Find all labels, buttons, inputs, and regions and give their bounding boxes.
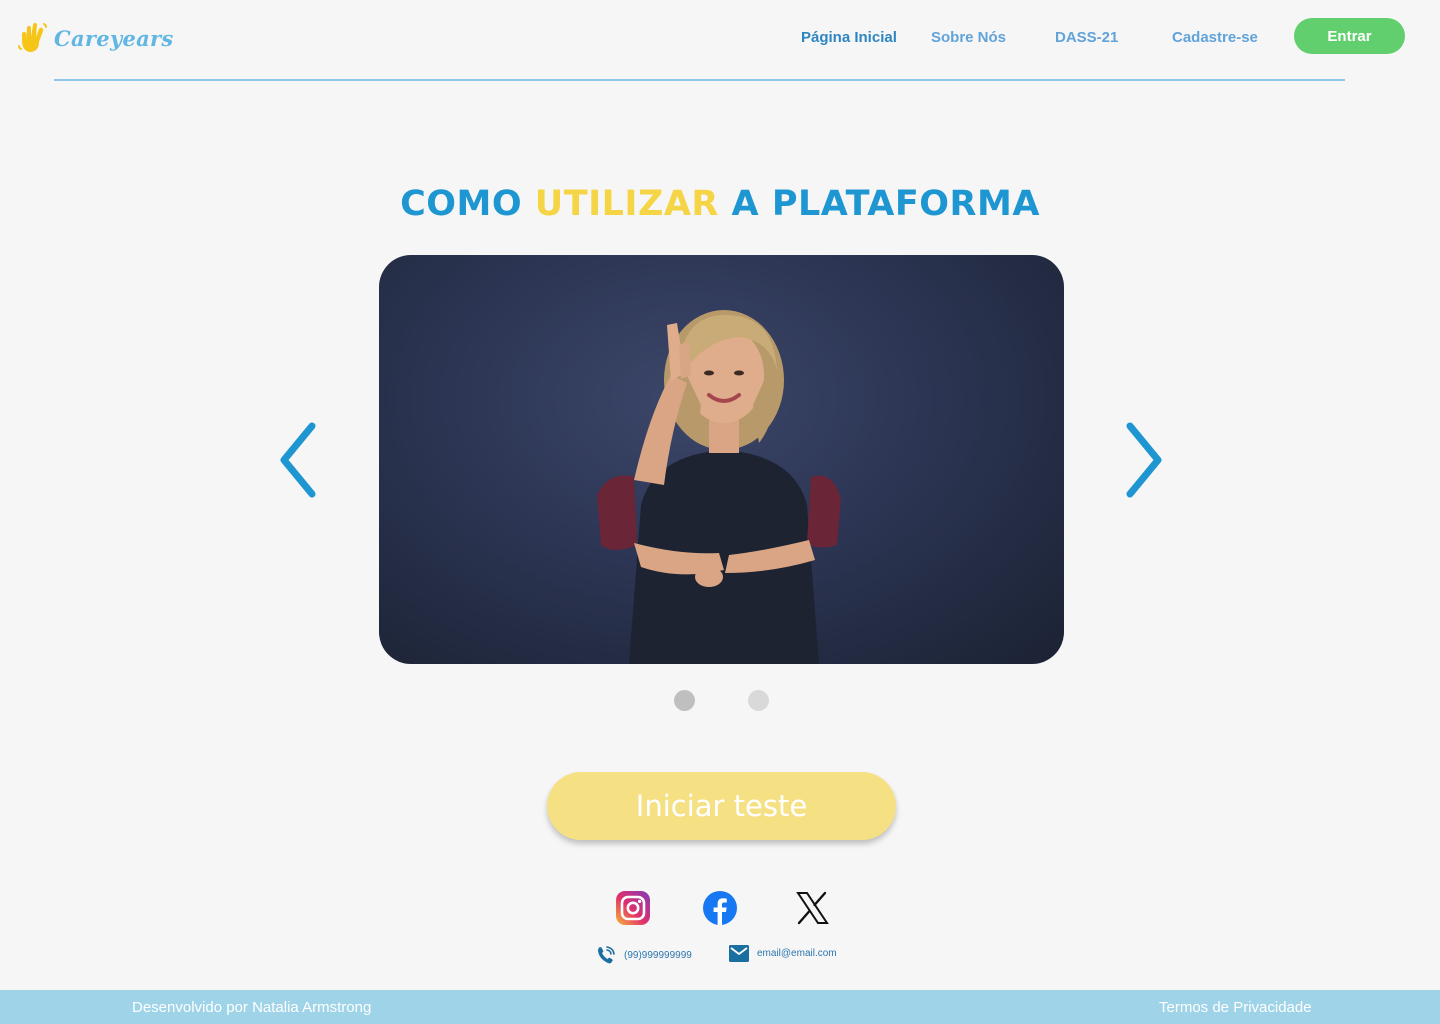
- facebook-icon[interactable]: [702, 890, 738, 926]
- email-address: email@email.com: [757, 948, 837, 959]
- page-title: COMO UTILIZAR A PLATAFORMA: [0, 184, 1440, 224]
- phone-number: (99)999999999: [624, 949, 692, 961]
- start-test-button[interactable]: Iniciar teste: [547, 772, 896, 840]
- header-divider: [54, 79, 1345, 81]
- tutorial-video[interactable]: [379, 255, 1064, 664]
- phone-icon: [598, 946, 615, 964]
- carousel-dot-2[interactable]: [748, 690, 769, 711]
- login-button[interactable]: Entrar: [1294, 18, 1405, 54]
- contact-phone[interactable]: (99)999999999: [596, 945, 692, 965]
- title-part-2: UTILIZAR: [534, 184, 719, 224]
- title-part-3: A PLATAFORMA: [731, 184, 1040, 224]
- x-twitter-icon[interactable]: [794, 890, 830, 926]
- footer: Desenvolvido por Natalia Armstrong Termo…: [0, 990, 1440, 1024]
- main-nav: Página Inicial Sobre Nós DASS-21 Cadastr…: [0, 29, 1440, 49]
- nav-about[interactable]: Sobre Nós: [931, 29, 1006, 46]
- carousel-prev-icon[interactable]: [276, 420, 322, 500]
- privacy-terms-link[interactable]: Termos de Privacidade: [1159, 999, 1312, 1016]
- instagram-icon[interactable]: [615, 890, 651, 926]
- signer-illustration: [597, 310, 841, 664]
- title-part-1: COMO: [400, 184, 523, 224]
- developer-credit: Desenvolvido por Natalia Armstrong: [132, 999, 372, 1016]
- nav-home[interactable]: Página Inicial: [801, 29, 897, 46]
- carousel-dot-1[interactable]: [674, 690, 695, 711]
- contact-email[interactable]: email@email.com: [729, 945, 837, 962]
- nav-signup[interactable]: Cadastre-se: [1172, 29, 1258, 46]
- carousel-next-icon[interactable]: [1120, 420, 1166, 500]
- nav-dass21[interactable]: DASS-21: [1055, 29, 1118, 46]
- mail-icon: [729, 945, 749, 962]
